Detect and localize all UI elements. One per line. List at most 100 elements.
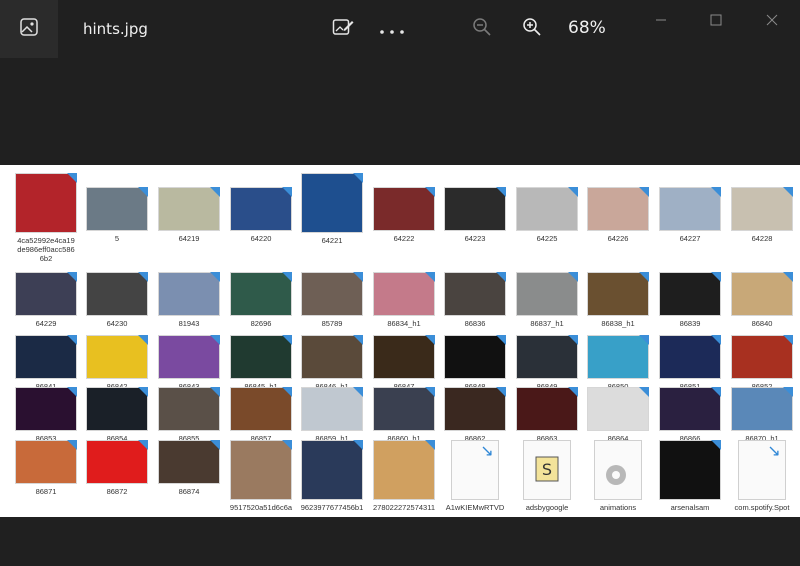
thumbnail-image (731, 272, 793, 316)
thumbnail-item: 86872 (85, 440, 149, 496)
badge-icon (783, 335, 793, 345)
thumbnail-item: 86854 (85, 387, 149, 443)
app-icon-button[interactable] (0, 0, 58, 58)
thumbnail-image (587, 335, 649, 379)
badge-icon (353, 173, 363, 183)
badge-icon (639, 335, 649, 345)
thumbnail-item: 64228 (730, 187, 794, 243)
thumbnail-item: 64229 (14, 272, 78, 328)
thumbnail-item: 86840 (730, 272, 794, 328)
zoom-in-button[interactable] (520, 14, 544, 44)
badge-icon (210, 440, 220, 450)
badge-icon (282, 335, 292, 345)
thumbnail-caption: 86840 (751, 319, 773, 328)
file-icon (594, 440, 642, 500)
minimize-button[interactable] (646, 8, 676, 32)
thumbnail-item: 64230 (85, 272, 149, 328)
badge-icon (496, 335, 506, 345)
thumbnail-image (301, 335, 363, 379)
badge-icon (353, 335, 363, 345)
thumbnail-item: 86862 (443, 387, 507, 443)
thumbnail-item: 64226 (586, 187, 650, 243)
thumbnail-image (230, 440, 292, 500)
badge-icon (67, 335, 77, 345)
thumbnail-item: 64223 (443, 187, 507, 243)
thumbnail-caption: 64221 (321, 236, 343, 245)
thumbnail-image (373, 272, 435, 316)
badge-icon (496, 272, 506, 282)
thumbnail-item: ↘ A1wKIEMwRTVD (443, 440, 507, 512)
badge-icon (67, 440, 77, 450)
thumbnail-image (158, 387, 220, 431)
thumbnail-item: 86866 (658, 387, 722, 443)
badge-icon (711, 187, 721, 197)
badge-icon (138, 335, 148, 345)
thumbnail-image (731, 335, 793, 379)
thumbnail-caption: 86872 (106, 487, 128, 496)
zoom-out-button[interactable] (470, 14, 494, 44)
image-canvas: 4ca52992e4ca19de986eff0acc5866b2 5 64219 64… (0, 165, 800, 517)
thumbnail-image (373, 335, 435, 379)
thumbnail-item: 86836 (443, 272, 507, 328)
photo-app-icon (19, 17, 39, 41)
badge-icon (711, 387, 721, 397)
thumbnail-image (301, 440, 363, 500)
more-icon (379, 20, 405, 39)
thumbnail-item: 86850 (586, 335, 650, 391)
badge-icon (67, 173, 77, 183)
thumbnail-item: 86849 (515, 335, 579, 391)
badge-icon (496, 187, 506, 197)
thumbnail-item: 85789 (300, 272, 364, 328)
thumbnail-item: arsenalsam (658, 440, 722, 512)
thumbnail-caption: com.spotify.Spot (734, 503, 790, 512)
thumbnail-caption: 4ca52992e4ca19de986eff0acc5866b2 (17, 236, 75, 263)
thumbnail-caption: 64220 (250, 234, 272, 243)
file-name-title: hints.jpg (83, 20, 148, 38)
close-button[interactable] (757, 8, 787, 32)
thumbnail-caption: 64229 (35, 319, 57, 328)
zoom-in-icon (522, 17, 542, 41)
thumbnail-image (731, 187, 793, 231)
badge-icon (138, 387, 148, 397)
thumbnail-item: 86855 (157, 387, 221, 443)
thumbnail-image (659, 335, 721, 379)
maximize-button[interactable] (701, 8, 731, 32)
thumbnail-image (373, 187, 435, 231)
thumbnail-caption: 86839 (679, 319, 701, 328)
thumbnail-caption: animations (599, 503, 637, 512)
thumbnail-caption: 86836 (464, 319, 486, 328)
badge-icon (711, 335, 721, 345)
file-icon: S (523, 440, 571, 500)
badge-icon (425, 387, 435, 397)
thumbnail-caption: 85789 (321, 319, 343, 328)
edit-image-button[interactable] (330, 14, 356, 44)
thumbnail-image (659, 272, 721, 316)
thumbnail-image (86, 387, 148, 431)
more-options-button[interactable] (378, 14, 406, 44)
thumbnail-caption: adsbygoogle (525, 503, 569, 512)
minimize-icon (655, 11, 667, 30)
thumbnail-item: Sadsbygoogle (515, 440, 579, 512)
thumbnail-item: 86853 (14, 387, 78, 443)
thumbnail-item: 278022272574311 (372, 440, 436, 512)
thumbnail-image (444, 335, 506, 379)
zoom-out-icon (472, 17, 492, 41)
file-icon: ↘ (738, 440, 786, 500)
badge-icon (210, 187, 220, 197)
thumbnail-image (659, 187, 721, 231)
thumbnail-caption: 86837_h1 (530, 319, 564, 328)
thumbnail-image (15, 440, 77, 484)
thumbnail-image (301, 387, 363, 431)
thumbnail-caption: 9517520a51d6c6a (229, 503, 293, 512)
thumbnail-image (86, 335, 148, 379)
badge-icon (282, 387, 292, 397)
thumbnail-item: 86847 (372, 335, 436, 391)
thumbnail-item: 86843 (157, 335, 221, 391)
thumbnail-caption: 86871 (35, 487, 57, 496)
badge-icon (711, 272, 721, 282)
thumbnail-image (444, 272, 506, 316)
maximize-icon (710, 11, 722, 30)
badge-icon (282, 440, 292, 450)
badge-icon (783, 387, 793, 397)
thumbnail-item: 64221 (300, 173, 364, 245)
